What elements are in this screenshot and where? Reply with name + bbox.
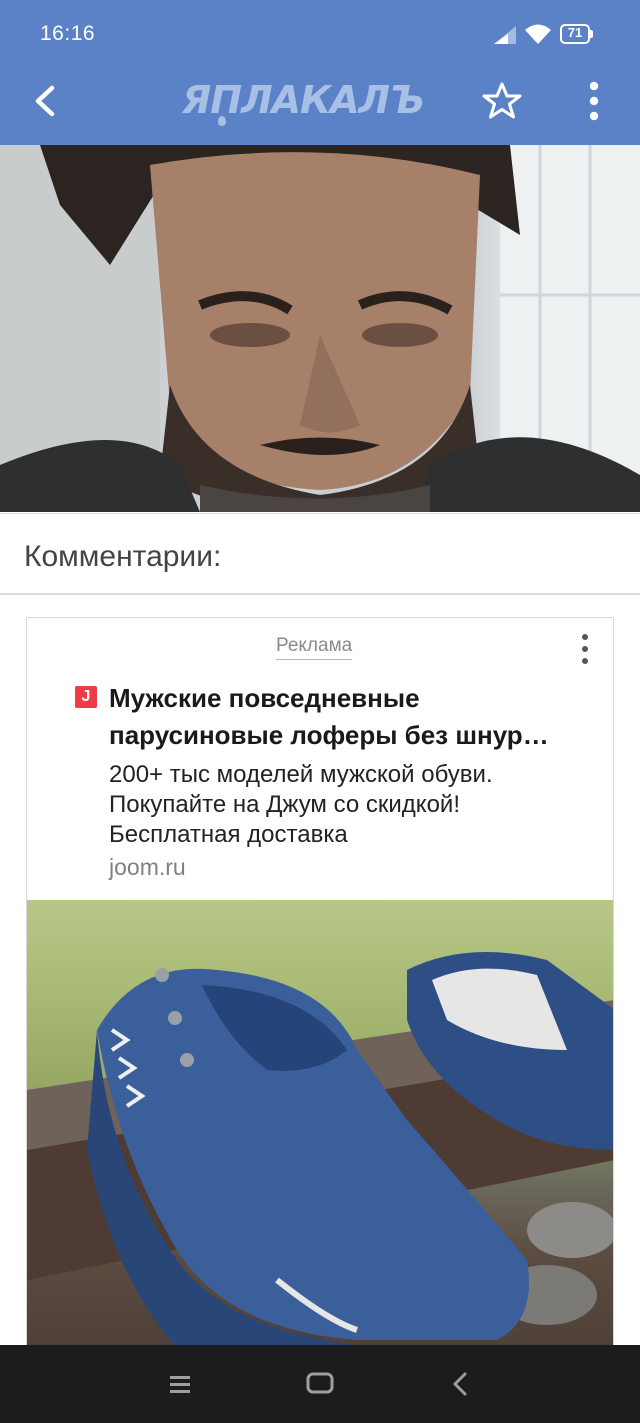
post-image[interactable] [0, 145, 640, 512]
home-icon[interactable] [306, 1371, 334, 1395]
ad-title-line: парусиновые лоферы без шнур… [109, 720, 549, 750]
photo-of-bearded-man [0, 145, 640, 512]
top-bar: 16:16 71 ЯПЛАКАЛЪ [0, 0, 640, 145]
ad-title[interactable]: Мужские повседневные парусиновые лоферы … [109, 680, 599, 754]
ad-image[interactable] [27, 900, 613, 1356]
status-time: 16:16 [40, 22, 96, 45]
recent-apps-icon[interactable] [168, 1373, 192, 1395]
ad-description-line: 200+ тыс моделей мужской обуви. [109, 761, 493, 788]
comments-header: Комментарии: [0, 513, 640, 595]
wifi-icon [525, 24, 551, 44]
ad-domain[interactable]: joom.ru [109, 854, 186, 881]
chevron-left-icon[interactable] [24, 78, 70, 124]
status-bar: 16:16 71 [0, 0, 640, 66]
comments-title: Комментарии: [24, 540, 222, 573]
battery-level: 71 [567, 25, 583, 40]
ad-description-line: Бесплатная доставка [109, 821, 348, 848]
joom-favicon-icon: J [75, 686, 97, 708]
more-vertical-icon[interactable] [580, 632, 590, 666]
more-vertical-icon[interactable] [582, 80, 606, 122]
site-logo[interactable]: ЯПЛАКАЛЪ [182, 76, 460, 130]
app-bar: ЯПЛАКАЛЪ [0, 66, 640, 145]
system-navigation-bar [0, 1345, 640, 1423]
signal-icon [494, 26, 516, 44]
photo-of-blue-canvas-loafers [27, 952, 613, 1356]
ad-card[interactable]: Реклама J Мужские повседневные парусинов… [26, 617, 614, 1357]
star-outline-icon[interactable] [481, 80, 523, 122]
back-icon[interactable] [450, 1371, 470, 1397]
ad-description: 200+ тыс моделей мужской обуви. Покупайт… [109, 760, 599, 850]
ad-title-line: Мужские повседневные [109, 683, 420, 713]
logo-text: ЯПЛАКАЛЪ [182, 78, 425, 122]
ad-description-line: Покупайте на Джум со скидкой! [109, 791, 460, 818]
ad-label: Реклама [276, 635, 353, 660]
battery-icon: 71 [560, 24, 594, 46]
logo-drop-icon [218, 116, 226, 126]
